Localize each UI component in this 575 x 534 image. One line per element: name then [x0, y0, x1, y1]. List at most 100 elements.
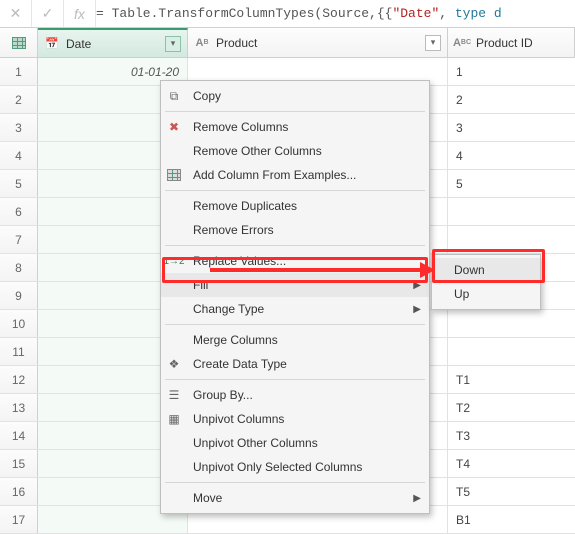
chevron-right-icon: ▶ [413, 280, 421, 291]
column-label: Product [216, 36, 257, 50]
menu-fill[interactable]: Fill ▶ [161, 273, 429, 297]
menu-create-data-type[interactable]: ❖ Create Data Type [161, 352, 429, 376]
menu-remove-other-columns[interactable]: Remove Other Columns [161, 139, 429, 163]
menu-change-type[interactable]: Change Type ▶ [161, 297, 429, 321]
menu-copy[interactable]: ⧉ Copy [161, 84, 429, 108]
submenu-label: Down [454, 263, 485, 277]
menu-separator [165, 324, 425, 325]
chevron-right-icon: ▶ [413, 304, 421, 315]
row-number[interactable]: 17 [0, 506, 38, 533]
replace-icon: 1→2 [165, 252, 183, 270]
row-number[interactable]: 15 [0, 450, 38, 477]
menu-replace-values[interactable]: 1→2 Replace Values... [161, 249, 429, 273]
row-number[interactable]: 7 [0, 226, 38, 253]
blank-icon [165, 331, 183, 349]
type-abc-icon: AB [194, 35, 210, 51]
row-number[interactable]: 4 [0, 142, 38, 169]
chevron-right-icon: ▶ [413, 493, 421, 504]
menu-label: Move [193, 491, 403, 505]
cell-product-id[interactable]: T4 [448, 450, 575, 477]
blank-icon [165, 197, 183, 215]
blank-icon [165, 300, 183, 318]
add-column-icon [165, 166, 183, 184]
formula-sep: , [439, 6, 455, 21]
menu-move[interactable]: Move ▶ [161, 486, 429, 510]
menu-label: Copy [193, 89, 421, 103]
menu-remove-duplicates[interactable]: Remove Duplicates [161, 194, 429, 218]
menu-unpivot-selected-columns[interactable]: Unpivot Only Selected Columns [161, 455, 429, 479]
column-headers: 📅 Date ▾ AB Product ▾ ABC Product ID [0, 28, 575, 58]
row-number[interactable]: 10 [0, 310, 38, 337]
blank-icon [165, 276, 183, 294]
formula-prefix: = Table.TransformColumnTypes(Source,{{ [96, 6, 392, 21]
row-number[interactable]: 1 [0, 58, 38, 85]
menu-label: Remove Duplicates [193, 199, 421, 213]
column-header-product-id[interactable]: ABC Product ID [448, 28, 575, 57]
type-abc-icon: ABC [454, 35, 470, 51]
formula-keyword: type d [455, 6, 502, 21]
cell-product-id[interactable] [448, 310, 575, 337]
column-label: Date [66, 37, 91, 51]
formula-accept-icon[interactable]: ✓ [32, 0, 64, 27]
menu-label: Change Type [193, 302, 403, 316]
menu-merge-columns[interactable]: Merge Columns [161, 328, 429, 352]
menu-unpivot-columns[interactable]: ▦ Unpivot Columns [161, 407, 429, 431]
row-number[interactable]: 3 [0, 114, 38, 141]
cell-product-id[interactable]: T2 [448, 394, 575, 421]
menu-label: Unpivot Columns [193, 412, 421, 426]
cell-product-id[interactable]: 1 [448, 58, 575, 85]
blank-icon [165, 142, 183, 160]
cell-product-id[interactable]: 2 [448, 86, 575, 113]
cell-product-id[interactable]: 5 [448, 170, 575, 197]
column-dropdown-icon[interactable]: ▾ [165, 36, 181, 52]
fx-icon[interactable]: fx [64, 0, 96, 27]
select-all-corner[interactable] [0, 28, 38, 57]
remove-icon: ✖ [165, 118, 183, 136]
row-number[interactable]: 6 [0, 198, 38, 225]
submenu-fill-up[interactable]: Up [432, 282, 540, 306]
column-header-product[interactable]: AB Product ▾ [188, 28, 448, 57]
row-number[interactable]: 5 [0, 170, 38, 197]
row-number[interactable]: 12 [0, 366, 38, 393]
fill-submenu: Down Up [431, 254, 541, 310]
column-header-date[interactable]: 📅 Date ▾ [38, 28, 188, 57]
formula-cancel-icon[interactable]: ✕ [0, 0, 32, 27]
cell-product-id[interactable]: T3 [448, 422, 575, 449]
unpivot-icon: ▦ [165, 410, 183, 428]
menu-label: Group By... [193, 388, 421, 402]
menu-label: Unpivot Only Selected Columns [193, 460, 421, 474]
cell-product-id[interactable] [448, 338, 575, 365]
menu-group-by[interactable]: ☰ Group By... [161, 383, 429, 407]
cell-product-id[interactable] [448, 226, 575, 253]
group-icon: ☰ [165, 386, 183, 404]
row-number[interactable]: 2 [0, 86, 38, 113]
formula-string: "Date" [392, 6, 439, 21]
column-dropdown-icon[interactable]: ▾ [425, 35, 441, 51]
row-number[interactable]: 8 [0, 254, 38, 281]
cell-product-id[interactable]: T1 [448, 366, 575, 393]
cell-product-id[interactable]: 4 [448, 142, 575, 169]
row-number[interactable]: 11 [0, 338, 38, 365]
calendar-icon: 📅 [44, 36, 60, 52]
menu-unpivot-other-columns[interactable]: Unpivot Other Columns [161, 431, 429, 455]
datatype-icon: ❖ [165, 355, 183, 373]
row-number[interactable]: 14 [0, 422, 38, 449]
submenu-fill-down[interactable]: Down [432, 258, 540, 282]
formula-text[interactable]: = Table.TransformColumnTypes(Source,{{"D… [96, 6, 502, 21]
column-label: Product ID [476, 36, 533, 50]
cell-product-id[interactable] [448, 198, 575, 225]
row-number[interactable]: 13 [0, 394, 38, 421]
menu-label: Merge Columns [193, 333, 421, 347]
menu-remove-errors[interactable]: Remove Errors [161, 218, 429, 242]
blank-icon [165, 434, 183, 452]
menu-label: Fill [193, 278, 403, 292]
row-number[interactable]: 16 [0, 478, 38, 505]
table-icon [12, 37, 26, 49]
formula-bar: ✕ ✓ fx = Table.TransformColumnTypes(Sour… [0, 0, 575, 28]
menu-add-column-from-examples[interactable]: Add Column From Examples... [161, 163, 429, 187]
row-number[interactable]: 9 [0, 282, 38, 309]
cell-product-id[interactable]: B1 [448, 506, 575, 533]
menu-remove-columns[interactable]: ✖ Remove Columns [161, 115, 429, 139]
cell-product-id[interactable]: T5 [448, 478, 575, 505]
cell-product-id[interactable]: 3 [448, 114, 575, 141]
